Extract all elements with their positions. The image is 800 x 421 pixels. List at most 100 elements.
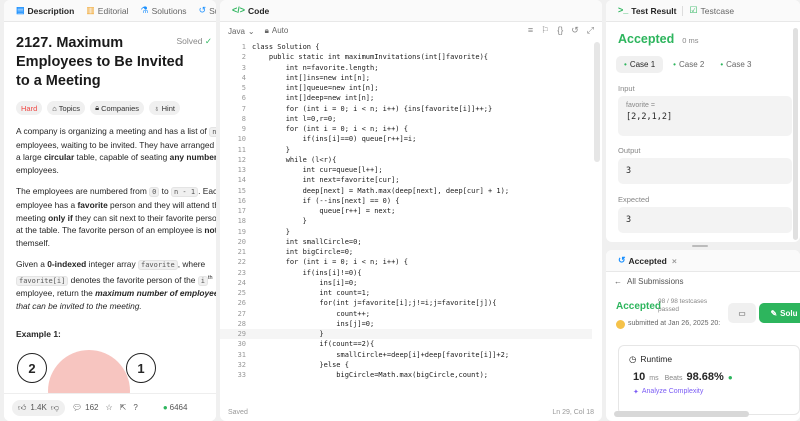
code-line[interactable]: 30 if(count==2){ — [220, 339, 592, 349]
analyze-complexity-link[interactable]: ✦ Analyze Complexity — [633, 388, 703, 396]
language-select[interactable]: Java ⌄ — [228, 27, 255, 36]
tab-solutions[interactable]: ⚗ Solutions — [135, 0, 193, 21]
code-line[interactable]: 7 for (int i = 0; i < n; i++) {ins[favor… — [220, 104, 592, 114]
code-line[interactable]: 28 ins[j]=0; — [220, 319, 592, 329]
lock-icon: 🔒︎ — [264, 26, 269, 35]
tab-description[interactable]: ▤ Description — [10, 0, 80, 21]
format-icon[interactable]: ≡ — [528, 25, 533, 36]
code-line[interactable]: 14 int next=favorite[cur]; — [220, 175, 592, 185]
code-line[interactable]: 16 if (--ins[next] == 0) { — [220, 196, 592, 206]
tab-code[interactable]: </> Code — [226, 0, 275, 21]
problem-header: 2127. Maximum Employees to Be Invited to… — [16, 34, 212, 91]
submitted-info: submitted at Jan 26, 2025 20: — [616, 320, 720, 329]
code-line[interactable]: 3 int n=favorite.length; — [220, 63, 592, 73]
code-text: deep[next] = Math.max(deep[next], deep[c… — [252, 186, 510, 195]
thumbs-up-icon[interactable]: 👍︎ — [18, 403, 26, 413]
code-line[interactable]: 2 public static int maximumInvitations(i… — [220, 52, 592, 62]
code-line[interactable]: 33 bigCircle=Math.max(bigCircle,count); — [220, 370, 592, 380]
code-line[interactable]: 26 for(int j=favorite[i];j!=i;j=favorite… — [220, 298, 592, 308]
code-line[interactable]: 18 } — [220, 216, 592, 226]
test-vscroll[interactable] — [793, 28, 798, 240]
companies-button[interactable]: 🔒︎ Companies — [90, 101, 144, 115]
description-panel: ▤ Description ▥ Editorial ⚗ Solutions ↺ … — [4, 0, 216, 421]
thumbs-down-icon[interactable]: 👎︎ — [51, 403, 59, 413]
case-tab-1[interactable]: • Case 1 — [616, 56, 664, 73]
expand-icon[interactable]: ⤢ — [587, 25, 594, 36]
like-count: 1.4K — [30, 403, 47, 412]
submission-hscroll[interactable] — [614, 411, 749, 417]
line-number: 23 — [237, 268, 246, 277]
problem-title: 2127. Maximum Employees to Be Invited to… — [16, 35, 184, 89]
code-line[interactable]: 29 } — [220, 329, 592, 340]
code-line[interactable]: 11 } — [220, 145, 592, 155]
code-line[interactable]: 8 int l=0,r=0; — [220, 114, 592, 124]
code-line[interactable]: 24 ins[i]=0; — [220, 278, 592, 288]
expected-value: 3 — [626, 215, 632, 225]
code-line[interactable]: 25 int count=1; — [220, 288, 592, 298]
code-panel: </> Code Java ⌄ 🔒︎ Auto ≡ ⚐ {} ↺ ⤢ 1 clas… — [220, 0, 602, 421]
braces-icon[interactable]: {} — [557, 25, 563, 36]
code-text: int[]ins=new int[n]; — [252, 73, 371, 82]
pass-dot-icon: • — [720, 60, 724, 69]
case-tab-3[interactable]: • Case 3 — [714, 56, 757, 73]
expected-label: Expected — [618, 195, 650, 204]
code-line[interactable]: 19 } — [220, 227, 592, 237]
description-footer: 👍︎ 1.4K 👎︎ 💬︎ 162 ☆ ⇱ ? ● 6464 — [4, 393, 216, 421]
auto-mode-toggle[interactable]: 🔒︎ Auto — [265, 26, 289, 36]
reset-icon[interactable]: ↺ — [571, 25, 579, 36]
clock-icon: ◷ — [629, 354, 637, 364]
code-line[interactable]: 31 smallCircle+=deep[i]+deep[favorite[i]… — [220, 350, 592, 360]
book-open-icon: ▭ — [738, 308, 746, 318]
tab-editorial[interactable]: ▥ Editorial — [80, 0, 134, 21]
code-text: public static int maximumInvitations(int… — [252, 53, 489, 62]
beats-value: 98.68% — [686, 371, 724, 383]
code-line[interactable]: 5 int[]queue=new int[n]; — [220, 83, 592, 93]
code-line[interactable]: 9 for (int i = 0; i < n; i++) { — [220, 124, 592, 134]
code-line[interactable]: 23 if(ins[i]!=0){ — [220, 268, 592, 278]
edit-icon: ✎ — [770, 308, 778, 318]
code-line[interactable]: 10 if(ins[i]==0) queue[r++]=i; — [220, 134, 592, 144]
code-line[interactable]: 6 int[]deep=new int[n]; — [220, 93, 592, 103]
bookmark-icon[interactable]: ⚐ — [541, 25, 549, 36]
code-line[interactable]: 27 count++; — [220, 309, 592, 319]
tab-accepted[interactable]: ↺ Accepted × — [612, 250, 683, 271]
code-line[interactable]: 17 queue[r++] = next; — [220, 206, 592, 216]
code-tabbar: </> Code — [220, 0, 602, 22]
code-editor[interactable]: 1 class Solution {2 public static int max… — [220, 42, 592, 403]
close-icon[interactable]: × — [672, 256, 677, 266]
share-icon[interactable]: ⇱ — [120, 403, 127, 412]
case-tab-2[interactable]: • Case 2 — [667, 56, 710, 73]
code-line[interactable]: 1 class Solution { — [220, 42, 592, 52]
topics-button[interactable]: ⌂ Topics — [47, 101, 86, 115]
pass-dot-icon: • — [624, 60, 627, 69]
code-text: int next=favorite[cur]; — [252, 176, 400, 185]
code-line[interactable]: 15 deep[next] = Math.max(deep[next], dee… — [220, 186, 592, 196]
solution-button[interactable]: ✎ Solu — [759, 303, 800, 323]
panel-splitter[interactable] — [692, 245, 708, 247]
code-line[interactable]: 22 for (int i = 0; i < n; i++) { — [220, 257, 592, 267]
sparkle-icon: ✦ — [633, 389, 639, 396]
star-icon[interactable]: ☆ — [105, 403, 112, 412]
tab-testcase[interactable]: ☑ Testcase — [683, 0, 740, 21]
tab-submissions[interactable]: ↺ Su — [193, 0, 216, 21]
notebook-button[interactable]: ▭ — [728, 303, 756, 323]
help-icon[interactable]: ? — [133, 403, 137, 412]
code-line[interactable]: 21 int bigCircle=0; — [220, 247, 592, 257]
tab-test-result[interactable]: >_ Test Result — [612, 0, 682, 21]
comment-button[interactable]: 💬︎ 162 — [72, 403, 99, 412]
code-line[interactable]: 12 while (l<r){ — [220, 155, 592, 165]
all-submissions-link[interactable]: ← All Submissions — [614, 277, 683, 286]
code-line[interactable]: 13 int cur=queue[l++]; — [220, 165, 592, 175]
line-number: 13 — [237, 166, 246, 174]
editor-scrollbar[interactable] — [594, 42, 600, 162]
code-line[interactable]: 4 int[]ins=new int[n]; — [220, 73, 592, 83]
code-line[interactable]: 32 }else { — [220, 360, 592, 370]
code-text: }else { — [252, 360, 349, 369]
editor-tools: ≡ ⚐ {} ↺ ⤢ — [528, 25, 594, 36]
line-number: 19 — [237, 227, 246, 236]
book-icon: ▥ — [86, 5, 95, 15]
hint-button[interactable]: ♁ Hint — [149, 101, 180, 115]
code-line[interactable]: 20 int smallCircle=0; — [220, 237, 592, 247]
input-box: favorite = [2,2,1,2] — [618, 96, 792, 136]
code-text: int[]queue=new int[n]; — [252, 84, 379, 92]
